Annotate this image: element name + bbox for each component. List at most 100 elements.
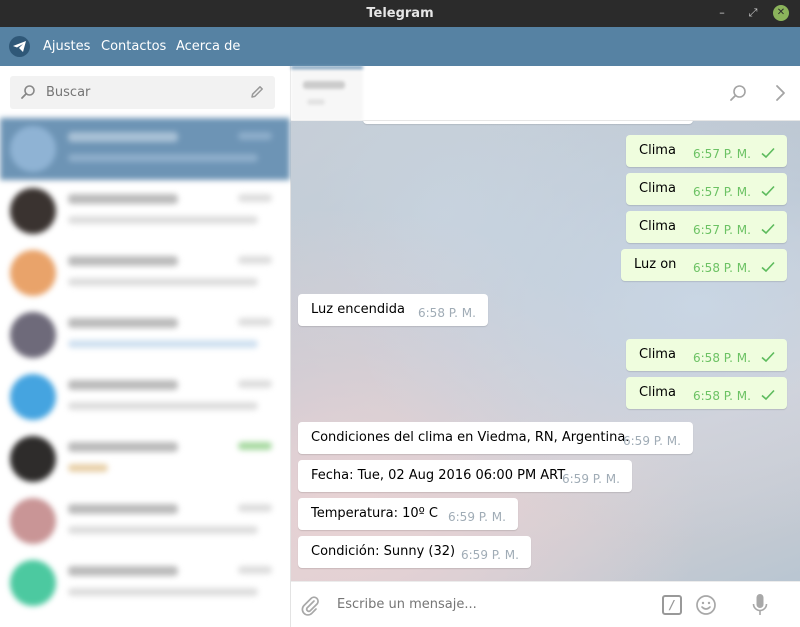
message-outgoing[interactable]: Clima 6:57 P. M. bbox=[626, 173, 787, 205]
chat-name-placeholder bbox=[68, 194, 178, 204]
microphone-icon[interactable] bbox=[751, 593, 769, 617]
message-outgoing[interactable]: Clima 6:58 P. M. bbox=[626, 339, 787, 371]
window-title: Telegram bbox=[366, 6, 434, 21]
message-time: 6:57 P. M. bbox=[693, 223, 751, 237]
menu-bar: Ajustes Contactos Acerca de bbox=[0, 27, 800, 66]
avatar bbox=[10, 374, 56, 420]
chat-preview-placeholder bbox=[68, 154, 258, 162]
bot-command-button[interactable]: / bbox=[662, 595, 682, 615]
message-incoming[interactable]: Condición: Sunny (32) 6:59 P. M. bbox=[298, 536, 531, 568]
chat-name-placeholder bbox=[68, 318, 178, 328]
chat-list-item[interactable] bbox=[0, 242, 290, 304]
chat-preview-placeholder bbox=[68, 278, 258, 286]
message-time: 6:59 P. M. bbox=[623, 434, 681, 448]
search-icon[interactable] bbox=[729, 84, 747, 102]
chat-list-item[interactable] bbox=[0, 552, 290, 614]
chat-name-placeholder bbox=[68, 132, 178, 142]
chat-list-item[interactable] bbox=[0, 118, 290, 180]
message-outgoing[interactable]: Clima 6:57 P. M. bbox=[626, 211, 787, 243]
chat-preview-placeholder bbox=[68, 216, 258, 224]
pencil-icon[interactable] bbox=[249, 84, 265, 100]
message-text: Clima bbox=[639, 219, 676, 234]
chat-header bbox=[291, 66, 800, 121]
message-input[interactable] bbox=[337, 597, 637, 612]
message-time: 6:57 P. M. bbox=[693, 185, 751, 199]
window-titlebar: Telegram – ⤢ ✕ bbox=[0, 0, 800, 27]
message-time: 6:58 P. M. bbox=[693, 261, 751, 275]
avatar bbox=[10, 436, 56, 482]
chat-name-placeholder bbox=[68, 504, 178, 514]
message-time: 6:57 P. M. bbox=[693, 147, 751, 161]
avatar bbox=[10, 126, 56, 172]
message-text: Clima bbox=[639, 143, 676, 158]
chat-list-item[interactable] bbox=[0, 180, 290, 242]
search-icon bbox=[21, 85, 35, 99]
message-time: 6:58 P. M. bbox=[693, 389, 751, 403]
close-button[interactable]: ✕ bbox=[773, 5, 789, 21]
checkmark-icon bbox=[761, 223, 775, 235]
chat-time-placeholder bbox=[238, 194, 272, 202]
message-incoming[interactable]: Luz encendida 6:58 P. M. bbox=[298, 294, 488, 326]
message-time: 6:59 P. M. bbox=[448, 510, 506, 524]
chat-preview-placeholder bbox=[68, 588, 258, 596]
message-text: Condición: Sunny (32) bbox=[311, 544, 456, 559]
chat-list-item[interactable] bbox=[0, 304, 290, 366]
minimize-button[interactable]: – bbox=[714, 5, 730, 21]
peer-status-placeholder bbox=[307, 99, 325, 105]
chat-list-item[interactable] bbox=[0, 490, 290, 552]
message-text: Clima bbox=[639, 347, 676, 362]
message-time: 6:59 P. M. bbox=[562, 472, 620, 486]
message-text: Clima bbox=[639, 385, 676, 400]
avatar bbox=[10, 312, 56, 358]
chat-time-placeholder bbox=[238, 318, 272, 326]
menu-item-acerca-de[interactable]: Acerca de bbox=[176, 39, 240, 54]
paperclip-icon[interactable] bbox=[299, 594, 321, 616]
checkmark-icon bbox=[761, 351, 775, 363]
chat-time-placeholder bbox=[238, 256, 272, 264]
message-outgoing[interactable]: Clima 6:57 P. M. bbox=[626, 135, 787, 167]
chat-list-item[interactable] bbox=[0, 428, 290, 490]
smiley-icon[interactable] bbox=[695, 594, 717, 616]
chat-preview-placeholder bbox=[68, 526, 258, 534]
maximize-button[interactable]: ⤢ bbox=[745, 5, 761, 21]
checkmark-icon bbox=[761, 389, 775, 401]
message-text: Fecha: Tue, 02 Aug 2016 06:00 PM ART bbox=[311, 468, 566, 483]
chat-name-placeholder bbox=[68, 442, 178, 452]
compose-bar: / bbox=[291, 581, 800, 627]
chat-peer-info[interactable] bbox=[291, 66, 363, 121]
message-outgoing[interactable]: Luz on 6:58 P. M. bbox=[621, 249, 787, 281]
chat-name-placeholder bbox=[68, 256, 178, 266]
checkmark-icon bbox=[761, 261, 775, 273]
message-incoming[interactable]: Temperatura: 10º C 6:59 P. M. bbox=[298, 498, 518, 530]
message-time: 6:59 P. M. bbox=[461, 548, 519, 562]
peer-name-placeholder bbox=[303, 81, 345, 89]
sidebar bbox=[0, 66, 291, 627]
menu-item-ajustes[interactable]: Ajustes bbox=[43, 39, 90, 54]
checkmark-icon bbox=[761, 185, 775, 197]
chat-list-item[interactable] bbox=[0, 366, 290, 428]
chat-list bbox=[0, 118, 290, 627]
chat-time-placeholder bbox=[238, 566, 272, 574]
message-outgoing[interactable]: Clima 6:58 P. M. bbox=[626, 377, 787, 409]
chat-time-placeholder bbox=[238, 132, 272, 140]
avatar bbox=[10, 188, 56, 234]
chevron-right-icon[interactable] bbox=[773, 84, 787, 102]
message-text: Luz on bbox=[634, 257, 677, 272]
search-input[interactable] bbox=[46, 85, 236, 100]
telegram-logo-icon[interactable] bbox=[9, 36, 30, 57]
message-text: Condiciones del clima en Viedma, RN, Arg… bbox=[311, 430, 630, 445]
previous-message-edge bbox=[363, 121, 693, 124]
message-area: Clima 6:57 P. M. Clima 6:57 P. M. Clima … bbox=[291, 121, 800, 581]
chat-time-placeholder bbox=[238, 380, 272, 388]
chat-time-placeholder bbox=[238, 442, 272, 450]
menu-item-contactos[interactable]: Contactos bbox=[101, 39, 166, 54]
chat-time-placeholder bbox=[238, 504, 272, 512]
message-text: Clima bbox=[639, 181, 676, 196]
message-incoming[interactable]: Condiciones del clima en Viedma, RN, Arg… bbox=[298, 422, 693, 454]
chat-name-placeholder bbox=[68, 380, 178, 390]
message-text: Luz encendida bbox=[311, 302, 405, 317]
chat-preview-placeholder bbox=[68, 402, 258, 410]
search-box[interactable] bbox=[10, 76, 275, 109]
chat-preview-placeholder bbox=[68, 340, 258, 348]
message-incoming[interactable]: Fecha: Tue, 02 Aug 2016 06:00 PM ART 6:5… bbox=[298, 460, 632, 492]
